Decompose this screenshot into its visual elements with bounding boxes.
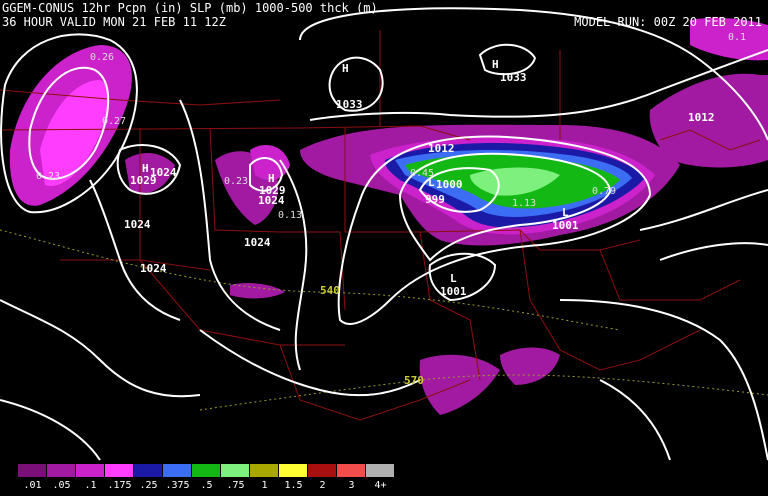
legend-label: .05 bbox=[52, 480, 71, 491]
isobar-label: 1024 bbox=[124, 218, 151, 231]
legend-label: 4+ bbox=[374, 480, 387, 491]
precip-legend-labels: .01 .05 .1 .175 .25 .375 .5 .75 1 1.5 2 3 4+ bbox=[18, 480, 395, 491]
legend-swatch bbox=[105, 464, 133, 477]
model-run: MODEL RUN: 00Z 20 FEB 2011 bbox=[574, 15, 762, 29]
map-title: GGEM-CONUS 12hr Pcpn (in) SLP (mb) 1000-… bbox=[2, 1, 378, 15]
legend-swatch bbox=[192, 464, 220, 477]
legend-swatch bbox=[134, 464, 162, 477]
pressure-value: 1001 bbox=[552, 219, 579, 232]
isobar-label: 1024 bbox=[244, 236, 271, 249]
legend-swatch bbox=[279, 464, 307, 477]
precip-value: 0.1 bbox=[728, 32, 746, 43]
precip-value: 0.23 bbox=[36, 171, 60, 182]
legend-label: .25 bbox=[139, 480, 158, 491]
thickness-label: 570 bbox=[404, 374, 424, 387]
legend-label: .75 bbox=[226, 480, 245, 491]
pressure-value: 1033 bbox=[500, 71, 527, 84]
valid-time: 36 HOUR VALID MON 21 FEB 11 12Z bbox=[2, 15, 226, 29]
legend-label: 1 bbox=[261, 480, 268, 491]
legend-label: 3 bbox=[348, 480, 355, 491]
legend-label: .1 bbox=[84, 480, 97, 491]
legend-swatch bbox=[250, 464, 278, 477]
precip-value: 0.26 bbox=[90, 52, 114, 63]
isobar-label: 1012 bbox=[688, 111, 715, 124]
isobar-label: 1024 bbox=[150, 166, 177, 179]
legend-label: .375 bbox=[165, 480, 190, 491]
legend-swatch bbox=[221, 464, 249, 477]
legend-label: 2 bbox=[319, 480, 326, 491]
isobar-label: 1000 bbox=[436, 178, 463, 191]
pressure-value: 1033 bbox=[336, 98, 363, 111]
legend-swatch bbox=[163, 464, 191, 477]
precip-value: 0.27 bbox=[102, 116, 126, 127]
legend-label: .175 bbox=[107, 480, 132, 491]
legend-label: .01 bbox=[23, 480, 42, 491]
legend-swatch bbox=[366, 464, 394, 477]
isobar-label: 1024 bbox=[258, 194, 285, 207]
legend-label: .5 bbox=[200, 480, 213, 491]
precip-value: 0.79 bbox=[592, 186, 616, 197]
legend-label: 1.5 bbox=[284, 480, 303, 491]
isobar-label: 1024 bbox=[140, 262, 167, 275]
high-center-mark: H bbox=[492, 58, 499, 71]
low-center-mark: L bbox=[450, 272, 457, 285]
precip-value: 0.23 bbox=[224, 176, 248, 187]
thickness-labels: 540 570 bbox=[320, 284, 424, 387]
thickness-contours bbox=[0, 229, 768, 411]
legend-swatch bbox=[308, 464, 336, 477]
precip-legend bbox=[18, 464, 395, 478]
precip-shading bbox=[9, 17, 768, 415]
precip-value: 0.45 bbox=[410, 168, 434, 179]
legend-swatch bbox=[337, 464, 365, 477]
precip-value: 1.13 bbox=[512, 198, 536, 209]
pressure-value: 1001 bbox=[440, 285, 467, 298]
legend-swatch bbox=[76, 464, 104, 477]
legend-swatch bbox=[47, 464, 75, 477]
thickness-label: 540 bbox=[320, 284, 340, 297]
precip-value: 0.13 bbox=[278, 210, 302, 221]
low-center-mark: L bbox=[562, 206, 569, 219]
map-panel: H 1033 H 1033 H 1029 H 1029 L 999 L 1001… bbox=[0, 0, 768, 496]
weather-map: H 1033 H 1033 H 1029 H 1029 L 999 L 1001… bbox=[0, 7, 768, 461]
pressure-value: 999 bbox=[425, 193, 445, 206]
legend-swatch bbox=[18, 464, 46, 477]
isobar-label: 1012 bbox=[428, 142, 455, 155]
high-center-mark: H bbox=[342, 62, 349, 75]
